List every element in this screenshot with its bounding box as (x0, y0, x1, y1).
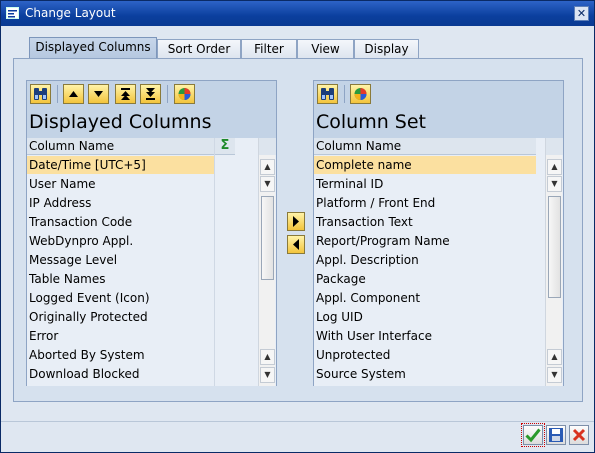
layout-icon (6, 7, 19, 19)
displayed-columns-panel: Displayed Columns Column Name Σ Date/Tim… (26, 80, 277, 386)
list-item[interactable]: Transaction Text (314, 213, 536, 232)
close-icon[interactable]: ✕ (574, 6, 589, 21)
scroll-up-icon[interactable]: ▲ (260, 159, 275, 175)
column-name-header[interactable]: Column Name (314, 138, 536, 155)
list-item[interactable]: Complete name (314, 156, 536, 175)
tab-displayed-columns[interactable]: Displayed Columns (29, 37, 157, 58)
list-item[interactable]: Table Names (27, 270, 214, 289)
cancel-button[interactable] (569, 425, 589, 445)
arrow-top-icon[interactable] (115, 84, 136, 104)
list-item[interactable]: Logged Event (Icon) (27, 289, 214, 308)
binoculars-icon[interactable] (30, 84, 51, 104)
left-scrollbar[interactable]: ▲ ▼ ▲ ▼ (258, 138, 276, 386)
scroll-up-icon[interactable]: ▲ (547, 159, 562, 175)
sum-column: Σ (214, 138, 235, 386)
scroll-thumb[interactable] (548, 196, 561, 298)
list-item[interactable]: Source System (314, 365, 536, 384)
list-item[interactable]: Terminal ID (314, 175, 536, 194)
arrow-down-icon[interactable] (88, 84, 109, 104)
binoculars-icon[interactable] (317, 84, 338, 104)
ok-button[interactable] (521, 423, 545, 447)
column-set-table: Column Name Complete name Terminal ID Plat… (314, 138, 563, 386)
list-item[interactable]: Report/Program Name (314, 232, 536, 251)
scroll-up-icon[interactable]: ▲ (260, 349, 275, 365)
scroll-down-icon[interactable]: ▼ (260, 176, 275, 192)
arrow-right-icon (293, 216, 299, 227)
list-item[interactable]: Appl. Component (314, 289, 536, 308)
move-left-button[interactable] (287, 235, 305, 254)
save-button[interactable] (546, 425, 566, 445)
right-scrollbar[interactable]: ▲ ▼ ▲ ▼ (545, 138, 563, 386)
list-item[interactable]: Log UID (314, 308, 536, 327)
list-item[interactable]: WebDynpro Appl. (27, 232, 214, 251)
scroll-down-icon[interactable]: ▼ (547, 176, 562, 192)
tab-filter[interactable]: Filter (241, 39, 297, 58)
cancel-icon (572, 428, 586, 442)
scroll-down-icon[interactable]: ▼ (260, 367, 275, 383)
list-item[interactable]: Appl. Description (314, 251, 536, 270)
sum-icon[interactable]: Σ (215, 138, 235, 155)
list-item[interactable]: Aborted By System (27, 346, 214, 365)
left-toolbar (27, 81, 276, 107)
list-item[interactable]: User Name (27, 175, 214, 194)
column-name-header[interactable]: Column Name (27, 138, 214, 155)
list-item[interactable]: Date/Time [UTC+5] (27, 156, 214, 175)
tab-view[interactable]: View (297, 39, 354, 58)
list-item[interactable]: IP Address (27, 194, 214, 213)
list-item[interactable]: Originally Protected (27, 308, 214, 327)
right-toolbar (314, 81, 563, 107)
column-set-panel: Column Set Column Name Complete name Term… (313, 80, 564, 386)
list-item[interactable]: Transaction Code (27, 213, 214, 232)
displayed-columns-title: Displayed Columns (29, 111, 212, 133)
arrow-left-icon (293, 239, 299, 250)
list-item[interactable]: Unprotected (314, 346, 536, 365)
checkmark-icon (525, 428, 541, 443)
window-title: Change Layout (25, 6, 116, 20)
title-bar: Change Layout ✕ (1, 1, 594, 26)
arrow-bottom-icon[interactable] (140, 84, 161, 104)
column-set-title: Column Set (316, 111, 427, 133)
scroll-down-icon[interactable]: ▼ (547, 367, 562, 383)
footer-divider (1, 421, 594, 422)
list-item[interactable]: With User Interface (314, 327, 536, 346)
change-layout-dialog: Change Layout ✕ Displayed Columns Sort O… (0, 0, 595, 453)
list-item[interactable]: Download Blocked (27, 365, 214, 384)
scroll-up-icon[interactable]: ▲ (547, 349, 562, 365)
tab-display[interactable]: Display (354, 39, 419, 58)
list-item[interactable]: Platform / Front End (314, 194, 536, 213)
arrow-up-icon[interactable] (63, 84, 84, 104)
displayed-columns-table: Column Name Σ Date/Time [UTC+5] User Name… (27, 138, 276, 386)
color-wheel-icon[interactable] (174, 84, 195, 104)
color-wheel-icon[interactable] (350, 84, 371, 104)
list-item[interactable]: Package (314, 270, 536, 289)
list-item[interactable]: Message Level (27, 251, 214, 270)
list-item[interactable]: Error (27, 327, 214, 346)
move-right-button[interactable] (287, 212, 305, 231)
save-icon (549, 428, 563, 442)
tab-sort-order[interactable]: Sort Order (157, 39, 241, 58)
scroll-thumb[interactable] (261, 196, 274, 280)
